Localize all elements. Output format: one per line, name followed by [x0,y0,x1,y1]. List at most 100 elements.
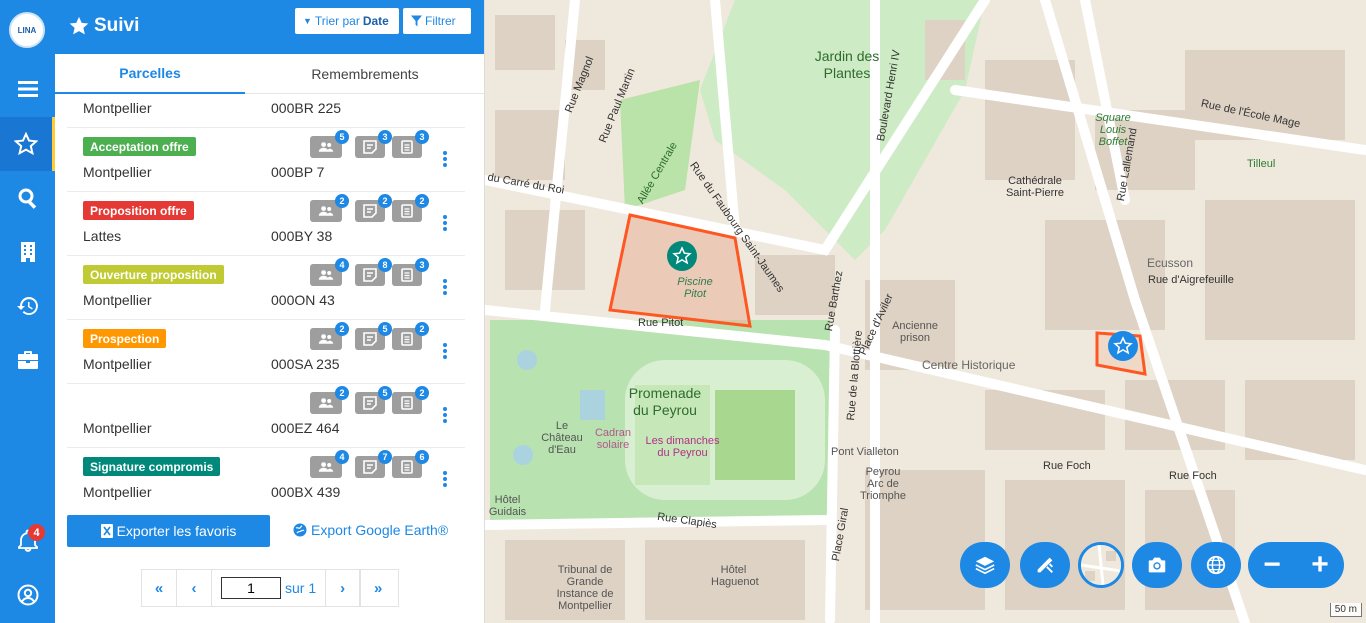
layers-icon [975,556,995,575]
last-page-button[interactable]: » [360,570,395,606]
list-item[interactable]: Proposition offre 2 2 2 Lattes 000BY 38 [67,192,465,256]
first-page-button[interactable]: « [142,570,177,606]
map-label-centre: Centre Historique [922,358,1016,372]
favorites-star-icon[interactable] [0,117,55,171]
documents-button[interactable]: 3 [392,258,429,286]
menu-icon[interactable] [0,62,55,116]
documents-icon [399,396,415,410]
documents-button[interactable]: 3 [392,130,429,158]
ruler-pencil-icon [1037,557,1053,573]
count-badge: 2 [415,194,429,208]
notes-button[interactable]: 2 [355,194,392,222]
sort-button[interactable]: ▼ Trier par Date [295,8,399,34]
documents-button[interactable]: 2 [392,322,429,350]
panel-header: Suivi ▼ Trier par Date Filtrer [55,0,484,54]
bell-icon[interactable] [0,514,55,568]
screenshot-button[interactable] [1132,542,1182,588]
export-google-earth-link[interactable]: Export Google Earth® [293,522,448,538]
contacts-button[interactable]: 4 [310,258,349,286]
zoom-out-button[interactable]: − [1263,550,1281,580]
list-item[interactable]: Montpellier 000BR 225 [67,96,465,128]
logo-text: LINA [17,25,37,35]
prev-page-button[interactable]: ‹ [177,570,212,606]
app-logo[interactable]: LINA [9,12,45,48]
map-label-promenade: Promenade du Peyrou [628,385,702,418]
layers-button[interactable] [960,542,1010,588]
user-account-icon[interactable] [0,568,55,622]
parcel-ref: 000BX 439 [271,484,341,500]
count-badge: 5 [378,322,392,336]
parcel-city: Montpellier [83,100,152,116]
filter-button[interactable]: Filtrer [403,8,471,34]
contacts-icon [318,460,334,474]
draw-tools-button[interactable] [1020,542,1070,588]
tab-remembrements[interactable]: Remembrements [270,54,460,94]
more-options-icon[interactable] [442,471,448,489]
next-page-button[interactable]: › [325,570,361,606]
map-label-cadran: Cadran solaire [594,427,632,451]
more-options-icon[interactable] [442,407,448,425]
filter-label: Filtrer [425,14,456,28]
briefcase-icon[interactable] [0,333,55,387]
globe-view-button[interactable] [1191,542,1241,588]
more-options-icon[interactable] [442,343,448,361]
notes-button[interactable]: 5 [355,322,392,350]
building-icon[interactable] [0,225,55,279]
documents-button[interactable]: 2 [392,386,429,414]
notes-button[interactable]: 8 [355,258,392,286]
more-options-icon[interactable] [442,279,448,297]
zoom-controls: − + [1248,542,1344,588]
parcel-city: Montpellier [83,292,152,308]
list-item[interactable]: Signature compromis 4 7 6 Montpellier 000BX 4… [67,448,465,504]
notes-icon [362,268,378,282]
zoom-in-button[interactable]: + [1311,550,1329,580]
page-total: sur 1 [285,580,317,596]
count-badge: 7 [378,450,392,464]
more-options-icon[interactable] [442,151,448,169]
map-label-arc: Peyrou Arc de Triomphe [859,466,907,502]
notes-icon [362,204,378,218]
notes-button[interactable]: 3 [355,130,392,158]
contacts-button[interactable]: 2 [310,386,349,414]
parcel-ref: 000EZ 464 [271,420,340,436]
basemap-thumbnail-button[interactable] [1078,542,1124,588]
nav-rail: LINA 4 [0,0,55,623]
map-label-pont: Pont Vialleton [831,446,899,458]
count-badge: 6 [415,450,429,464]
map-view[interactable]: Jardin des Plantes Promenade du Peyrou P… [485,0,1366,623]
search-icon[interactable] [0,171,55,225]
notes-button[interactable]: 7 [355,450,392,478]
contacts-icon [318,268,334,282]
documents-icon [399,140,415,154]
map-label-dimanches: Les dimanches du Peyrou [645,435,720,459]
map-label-tilleul: Tilleul [1247,158,1276,170]
documents-button[interactable]: 6 [392,450,429,478]
list-item[interactable]: Prospection 2 5 2 Montpellier 000SA 235 [67,320,465,384]
map-thumbnail-icon [1081,545,1121,585]
more-options-icon[interactable] [442,215,448,233]
export-favorites-button[interactable]: Exporter les favoris [67,515,270,547]
notes-button[interactable]: 5 [355,386,392,414]
parcel-city: Montpellier [83,484,152,500]
contacts-button[interactable]: 2 [310,194,349,222]
notes-icon [362,140,378,154]
count-badge: 3 [415,258,429,272]
list-item[interactable]: Acceptation offre 5 3 3 Montpellier 000BP 7 [67,128,465,192]
map-scale: 50 m [1329,603,1362,617]
map-label-hotel-haguenot: Hôtel Haguenot [711,564,759,588]
contacts-button[interactable]: 2 [310,322,349,350]
documents-icon [399,204,415,218]
history-icon[interactable] [0,279,55,333]
contacts-button[interactable]: 5 [310,130,349,158]
tab-parcelles[interactable]: Parcelles [55,54,245,94]
favorites-panel: Suivi ▼ Trier par Date Filtrer Parcelles… [55,0,538,623]
list-item[interactable]: 2 5 2 Montpellier 000EZ 464 [67,384,465,448]
map-label-rue-aigrefeuille: Rue d'Aigrefeuille [1148,274,1234,286]
notes-icon [362,396,378,410]
map-label-ecusson: Ecusson [1147,256,1194,270]
list-item[interactable]: Ouverture proposition 4 8 3 Montpellier 000ON… [67,256,465,320]
parcel-city: Montpellier [83,356,152,372]
documents-button[interactable]: 2 [392,194,429,222]
contacts-button[interactable]: 4 [310,450,349,478]
page-number-input[interactable] [221,577,281,599]
